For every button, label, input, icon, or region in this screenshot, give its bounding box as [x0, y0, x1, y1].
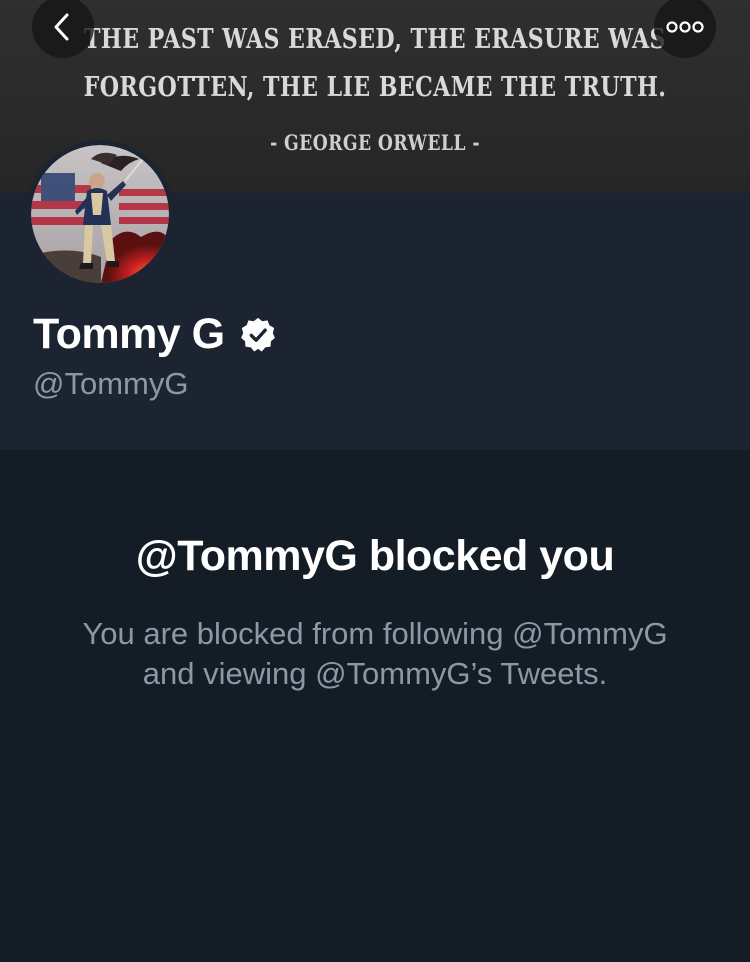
profile-page: THE PAST WAS ERASED, THE ERASURE WAS FOR…: [0, 0, 750, 962]
more-horizontal-icon: [666, 21, 704, 33]
display-name-row: Tommy G: [33, 310, 277, 359]
banner-quote-line-2: FORGOTTEN, THE LIE BECAME THE TRUTH.: [83, 72, 667, 103]
verified-badge-icon: [240, 317, 275, 352]
blocked-notice: @TommyG blocked you You are blocked from…: [0, 450, 750, 962]
banner-quote-author: - GEORGE ORWELL -: [270, 130, 480, 155]
banner-quote-line-1: THE PAST WAS ERASED, THE ERASURE WAS: [84, 24, 666, 55]
avatar[interactable]: [26, 140, 174, 288]
profile-handle: @TommyG: [33, 366, 189, 401]
chevron-left-icon: [54, 13, 69, 41]
blocked-description: You are blocked from following @TommyG a…: [82, 616, 668, 691]
display-name: Tommy G: [33, 310, 225, 358]
blocked-title: @TommyG blocked you: [135, 532, 615, 580]
more-options-button[interactable]: [654, 0, 716, 58]
avatar-image: [31, 145, 169, 283]
